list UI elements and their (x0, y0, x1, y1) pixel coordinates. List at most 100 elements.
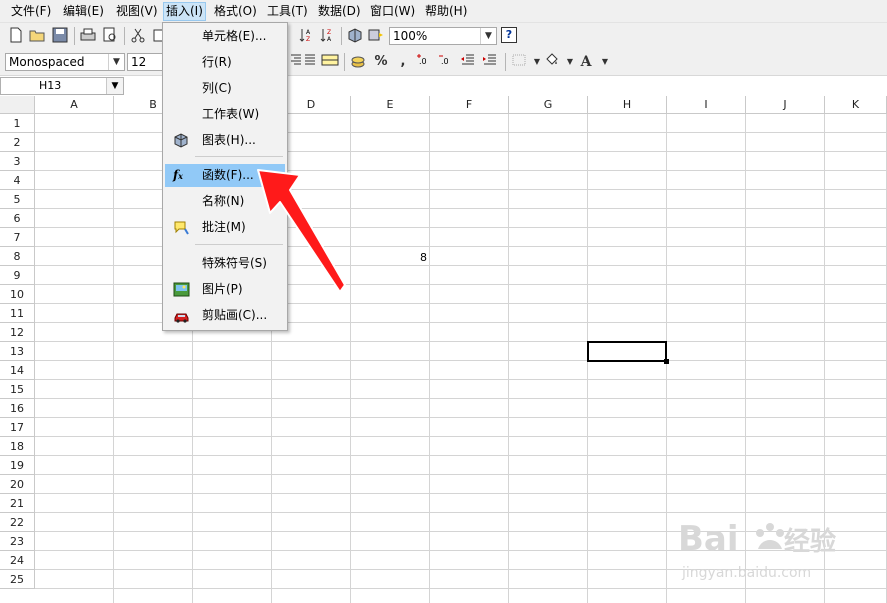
column-header-i[interactable]: I (667, 96, 746, 114)
menu-item-chart[interactable]: 图表(H)... (165, 129, 285, 152)
menu-window[interactable]: 窗口(W) (368, 3, 417, 20)
menu-data[interactable]: 数据(D) (316, 3, 363, 20)
row-header-21[interactable]: 21 (0, 494, 35, 513)
row-header-9[interactable]: 9 (0, 266, 35, 285)
row-header-11[interactable]: 11 (0, 304, 35, 323)
row-header-16[interactable]: 16 (0, 399, 35, 418)
menu-item-function[interactable]: fx 函数(F)... (165, 164, 285, 187)
increase-indent-icon[interactable] (481, 53, 499, 71)
row-header-22[interactable]: 22 (0, 513, 35, 532)
column-header-f[interactable]: F (430, 96, 509, 114)
function-icon: fx (173, 168, 183, 182)
image-tool-icon[interactable] (367, 27, 385, 45)
thousands-separator-icon[interactable]: , (394, 53, 412, 71)
row-header-12[interactable]: 12 (0, 323, 35, 342)
borders-icon[interactable] (510, 53, 528, 71)
column-header-h[interactable]: H (588, 96, 667, 114)
row-header-20[interactable]: 20 (0, 475, 35, 494)
row-header-17[interactable]: 17 (0, 418, 35, 437)
chart-wizard-icon[interactable] (346, 27, 364, 45)
chevron-down-icon[interactable]: ▼ (596, 53, 614, 71)
sort-ascending-icon[interactable]: AZ (298, 27, 316, 45)
menu-item-special-symbol[interactable]: 特殊符号(S) (165, 252, 285, 275)
svg-text:Z: Z (306, 36, 310, 43)
menu-item-name[interactable]: 名称(N) (165, 190, 285, 213)
column-header-e[interactable]: E (351, 96, 430, 114)
cell-reference: H13 (39, 79, 62, 92)
row-header-3[interactable]: 3 (0, 152, 35, 171)
row-header-5[interactable]: 5 (0, 190, 35, 209)
menu-item-label: 行(R) (202, 55, 232, 69)
selected-cell-h13[interactable] (587, 341, 667, 362)
cut-icon[interactable] (129, 27, 147, 45)
picture-icon (173, 281, 190, 298)
menu-item-clipart[interactable]: 剪贴画(C)... (165, 304, 285, 327)
row-header-23[interactable]: 23 (0, 532, 35, 551)
zoom-select[interactable]: 100% ▼ (389, 27, 497, 45)
column-header-k[interactable]: K (825, 96, 887, 114)
row-header-1[interactable]: 1 (0, 114, 35, 133)
row-header-25[interactable]: 25 (0, 570, 35, 589)
menu-help[interactable]: 帮助(H) (423, 3, 469, 20)
fill-color-icon[interactable] (542, 53, 560, 71)
menu-edit[interactable]: 编辑(E) (61, 3, 106, 20)
grid-hline (35, 493, 887, 494)
menu-file[interactable]: 文件(F) (9, 3, 53, 20)
sort-descending-icon[interactable]: ZA (319, 27, 337, 45)
insert-menu-dropdown: 单元格(E)... 行(R) 列(C) 工作表(W) 图表(H)... fx 函… (162, 22, 288, 331)
print-icon[interactable] (79, 27, 97, 45)
column-header-g[interactable]: G (509, 96, 588, 114)
merge-cells-icon[interactable] (321, 53, 339, 71)
row-header-19[interactable]: 19 (0, 456, 35, 475)
menu-item-cell[interactable]: 单元格(E)... (165, 25, 285, 48)
currency-icon[interactable] (349, 53, 367, 71)
fill-handle[interactable] (664, 359, 669, 364)
row-header-10[interactable]: 10 (0, 285, 35, 304)
menu-item-picture[interactable]: 图片(P) (165, 278, 285, 301)
menu-item-comment[interactable]: 批注(M) (165, 216, 285, 239)
row-header-2[interactable]: 2 (0, 133, 35, 152)
row-header-24[interactable]: 24 (0, 551, 35, 570)
decrease-indent-icon[interactable] (459, 53, 477, 71)
column-header-a[interactable]: A (35, 96, 114, 114)
new-file-icon[interactable] (7, 27, 25, 45)
chevron-down-icon[interactable]: ▼ (106, 78, 123, 94)
row-header-15[interactable]: 15 (0, 380, 35, 399)
select-all-corner[interactable] (0, 96, 35, 114)
font-color-icon[interactable]: A (577, 53, 595, 71)
help-icon[interactable]: ? (501, 27, 517, 43)
row-header-8[interactable]: 8 (0, 247, 35, 266)
chevron-down-icon[interactable]: ▼ (480, 28, 496, 44)
menu-item-worksheet[interactable]: 工作表(W) (165, 103, 285, 126)
open-folder-icon[interactable] (29, 27, 47, 45)
grid-hline (35, 360, 887, 361)
chevron-down-icon[interactable]: ▼ (108, 54, 124, 70)
percent-icon[interactable]: % (372, 53, 390, 71)
column-header-j[interactable]: J (746, 96, 825, 114)
cell-e8-value[interactable]: 8 (390, 251, 427, 264)
row-header-13[interactable]: 13 (0, 342, 35, 361)
increase-decimal-icon[interactable]: .0 (415, 53, 433, 71)
justify-icon[interactable] (301, 53, 319, 71)
font-size-select[interactable]: 12 (127, 53, 167, 71)
clipart-icon (173, 307, 190, 324)
row-header-18[interactable]: 18 (0, 437, 35, 456)
row-header-4[interactable]: 4 (0, 171, 35, 190)
menu-view[interactable]: 视图(V) (114, 3, 160, 20)
menu-insert[interactable]: 插入(I) (163, 2, 206, 21)
menu-tools[interactable]: 工具(T) (265, 3, 310, 20)
row-header-6[interactable]: 6 (0, 209, 35, 228)
menu-item-column[interactable]: 列(C) (165, 77, 285, 100)
font-name-select[interactable]: Monospaced ▼ (5, 53, 125, 71)
menu-item-label: 批注(M) (202, 220, 246, 234)
save-icon[interactable] (51, 27, 69, 45)
menu-item-row[interactable]: 行(R) (165, 51, 285, 74)
menu-separator (195, 244, 283, 245)
print-preview-icon[interactable] (101, 27, 119, 45)
row-header-7[interactable]: 7 (0, 228, 35, 247)
row-header-14[interactable]: 14 (0, 361, 35, 380)
name-box[interactable]: H13 ▼ (0, 77, 124, 95)
decrease-decimal-icon[interactable]: .0 (437, 53, 455, 71)
menu-format[interactable]: 格式(O) (212, 3, 259, 20)
baidu-watermark-logo: Bai 经验 jingyan.baidu.com (678, 519, 836, 581)
